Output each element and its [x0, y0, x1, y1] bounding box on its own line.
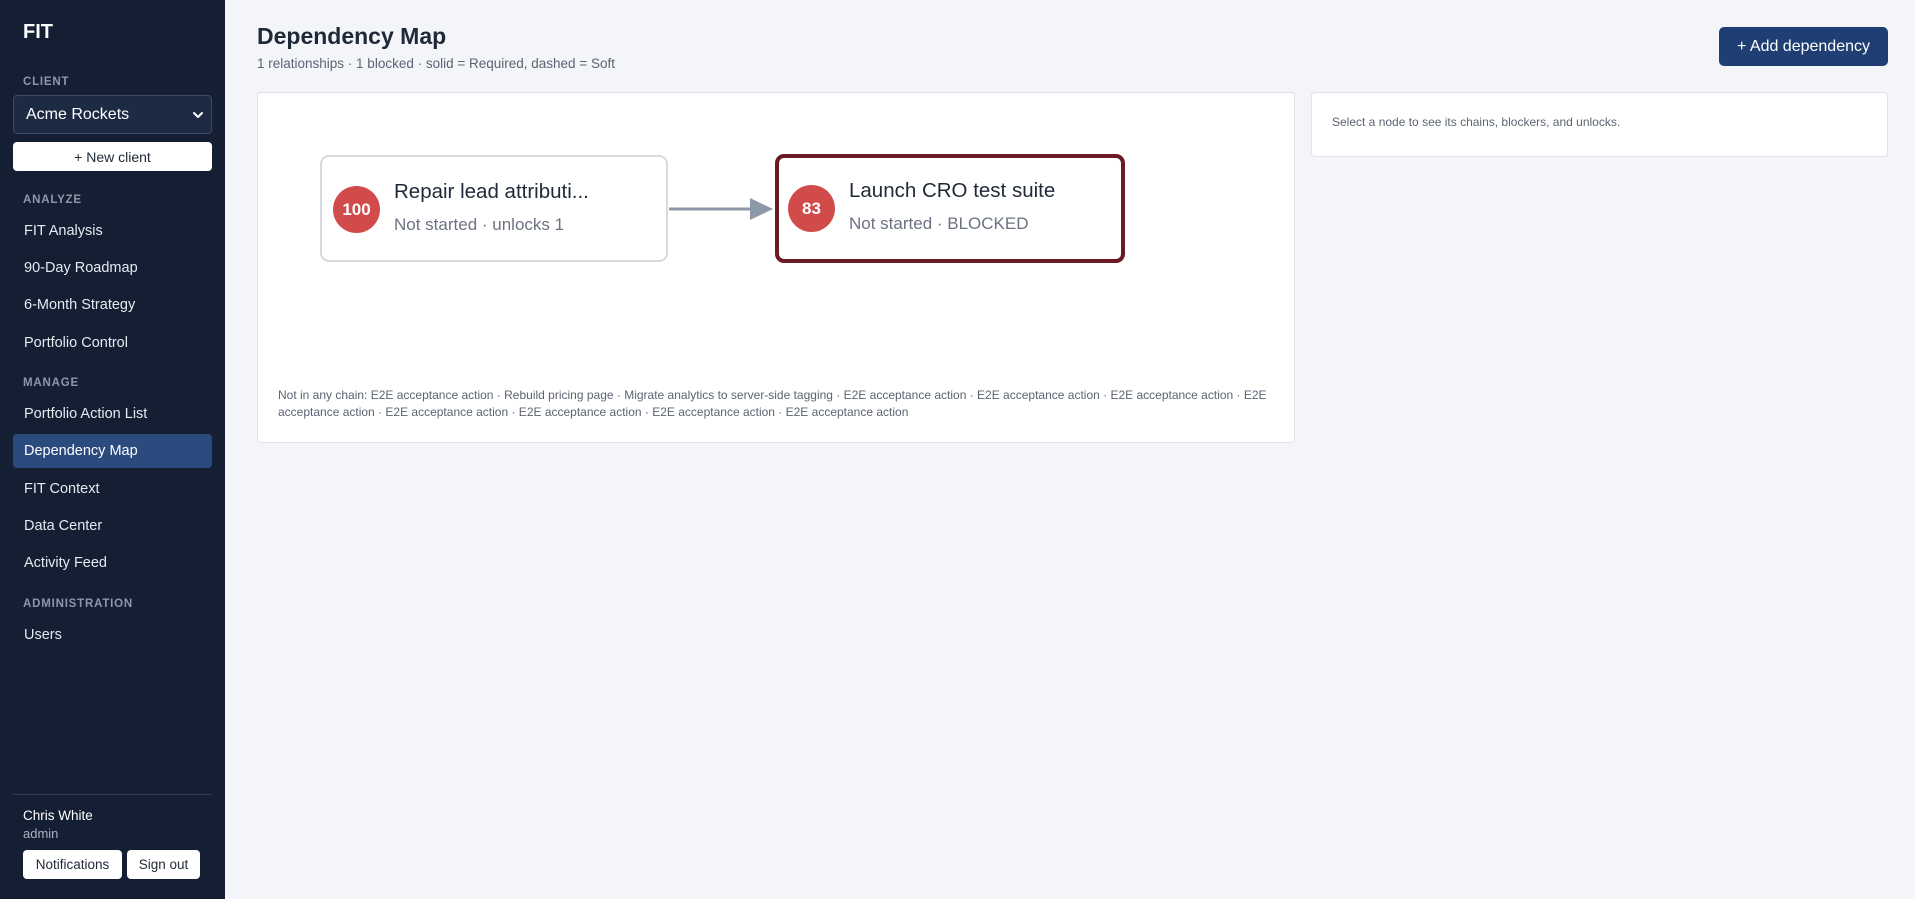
analyze-section-label: ANALYZE — [23, 194, 82, 206]
manage-section-label: MANAGE — [23, 377, 79, 389]
node-status: Not started · BLOCKED — [849, 214, 1029, 233]
nav-item-6-month-strategy[interactable]: 6-Month Strategy — [13, 288, 212, 322]
nav-item-dependency-map[interactable]: Dependency Map — [13, 434, 212, 468]
user-name: Chris White — [23, 808, 93, 823]
edge-arrowhead — [750, 198, 773, 220]
nav-item-portfolio-control[interactable]: Portfolio Control — [13, 326, 212, 360]
sidebar-divider — [13, 794, 212, 795]
priority-score-badge: 100 — [333, 186, 380, 233]
dependency-map-canvas: 100 Repair lead attributi... Not started… — [257, 92, 1295, 443]
notifications-button[interactable]: Notifications — [23, 850, 122, 879]
nav-item-users[interactable]: Users — [13, 618, 212, 652]
dependency-node-launch-cro-test-suite[interactable]: 83 Launch CRO test suite Not started · B… — [775, 154, 1125, 263]
node-details-panel: Select a node to see its chains, blocker… — [1311, 92, 1888, 157]
sign-out-button[interactable]: Sign out — [127, 850, 200, 879]
client-select[interactable]: Acme Rockets — [13, 95, 212, 134]
page-subtitle: 1 relationships · 1 blocked · solid = Re… — [257, 56, 615, 71]
nav-item-data-center[interactable]: Data Center — [13, 509, 212, 543]
page-title: Dependency Map — [257, 23, 447, 49]
node-status: Not started · unlocks 1 — [394, 215, 565, 234]
nav-item-portfolio-action-list[interactable]: Portfolio Action List — [13, 397, 212, 431]
nav-item-90-day-roadmap[interactable]: 90-Day Roadmap — [13, 251, 212, 285]
client-select-value: Acme Rockets — [26, 105, 130, 123]
chevron-down-icon — [193, 112, 203, 118]
add-dependency-button[interactable]: + Add dependency — [1719, 27, 1888, 66]
priority-score-badge: 83 — [788, 185, 835, 232]
user-role: admin — [23, 826, 59, 841]
administration-section-label: ADMINISTRATION — [23, 598, 134, 610]
nav-item-fit-context[interactable]: FIT Context — [13, 472, 212, 506]
node-title: Repair lead attributi... — [394, 180, 589, 203]
dependency-node-repair-lead-attribution[interactable]: 100 Repair lead attributi... Not started… — [320, 155, 668, 262]
app-brand: FIT — [23, 21, 53, 43]
node-title: Launch CRO test suite — [849, 179, 1056, 202]
nav-item-fit-analysis[interactable]: FIT Analysis — [13, 214, 212, 248]
not-in-chain-list: Not in any chain: E2E acceptance action … — [278, 388, 1267, 419]
node-details-hint: Select a node to see its chains, blocker… — [1332, 115, 1621, 129]
sidebar: FIT CLIENT Acme Rockets + New client ANA… — [0, 0, 225, 899]
new-client-button[interactable]: + New client — [13, 142, 212, 171]
nav-item-activity-feed[interactable]: Activity Feed — [13, 546, 212, 580]
client-section-label: CLIENT — [23, 76, 70, 88]
